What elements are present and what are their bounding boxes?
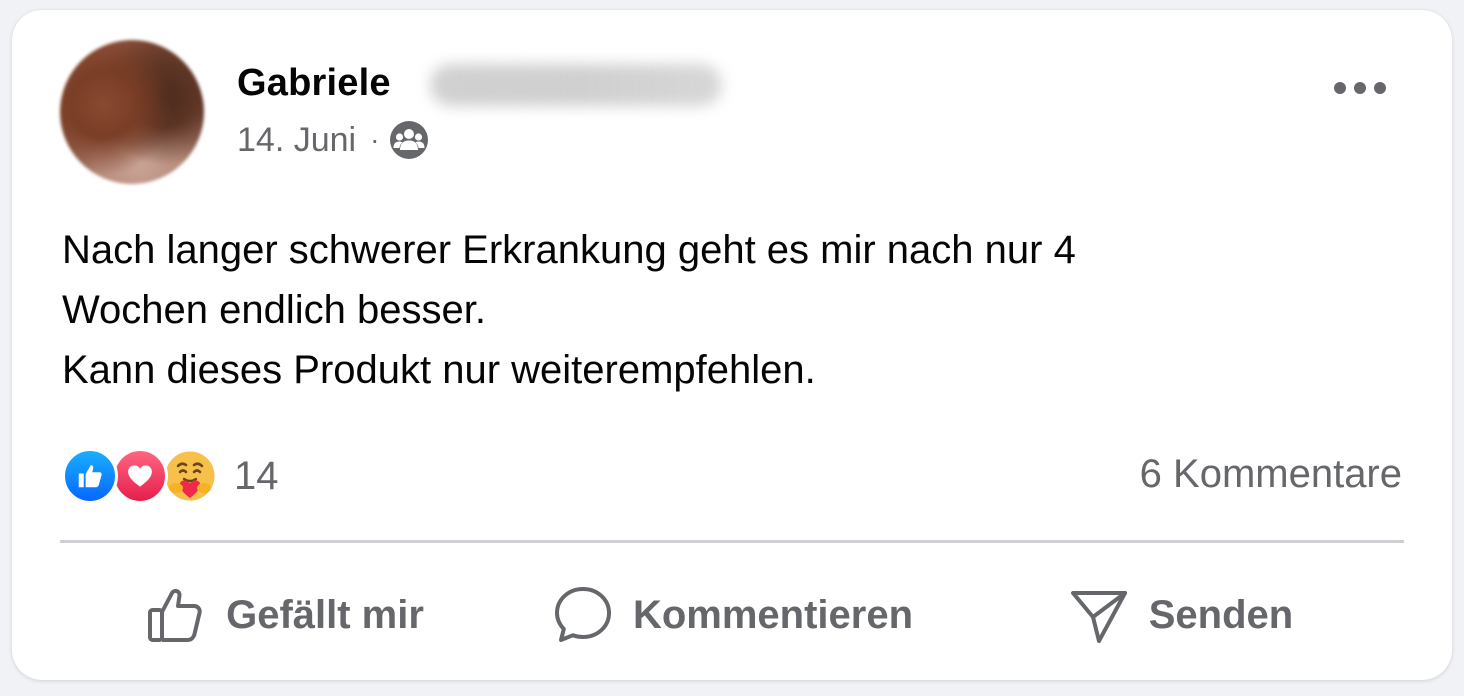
send-button[interactable]: Senden <box>956 570 1404 660</box>
like-button[interactable]: Gefällt mir <box>60 570 508 660</box>
post-card: Gabriele 14. Juni · Nach langer schwerer… <box>12 10 1452 680</box>
reaction-count: 14 <box>234 453 279 498</box>
comments-count-link[interactable]: 6 Kommentare <box>1140 452 1402 497</box>
like-button-label: Gefällt mir <box>226 592 424 637</box>
action-bar: Gefällt mir Kommentieren Senden <box>60 570 1404 660</box>
send-icon <box>1067 583 1131 647</box>
more-options-icon[interactable] <box>1332 68 1388 108</box>
meta-separator: · <box>370 124 380 155</box>
post-text: Nach langer schwerer Erkrankung geht es … <box>62 228 1076 392</box>
author-name[interactable]: Gabriele <box>237 62 391 105</box>
post-meta: 14. Juni · <box>237 120 429 160</box>
thumbs-up-icon <box>144 583 208 647</box>
comment-button[interactable]: Kommentieren <box>508 570 956 660</box>
like-reaction-icon <box>62 448 118 504</box>
send-button-label: Senden <box>1148 592 1294 637</box>
comment-icon <box>551 583 615 647</box>
reactions-summary[interactable]: 14 <box>62 446 279 506</box>
avatar[interactable] <box>60 40 204 184</box>
love-reaction-icon <box>112 448 168 504</box>
redacted-surname <box>430 64 722 106</box>
comment-button-label: Kommentieren <box>632 592 914 637</box>
divider <box>60 540 1404 543</box>
post-date[interactable]: 14. Juni <box>237 121 356 160</box>
care-reaction-icon <box>162 448 218 504</box>
friends-icon[interactable] <box>389 120 429 160</box>
